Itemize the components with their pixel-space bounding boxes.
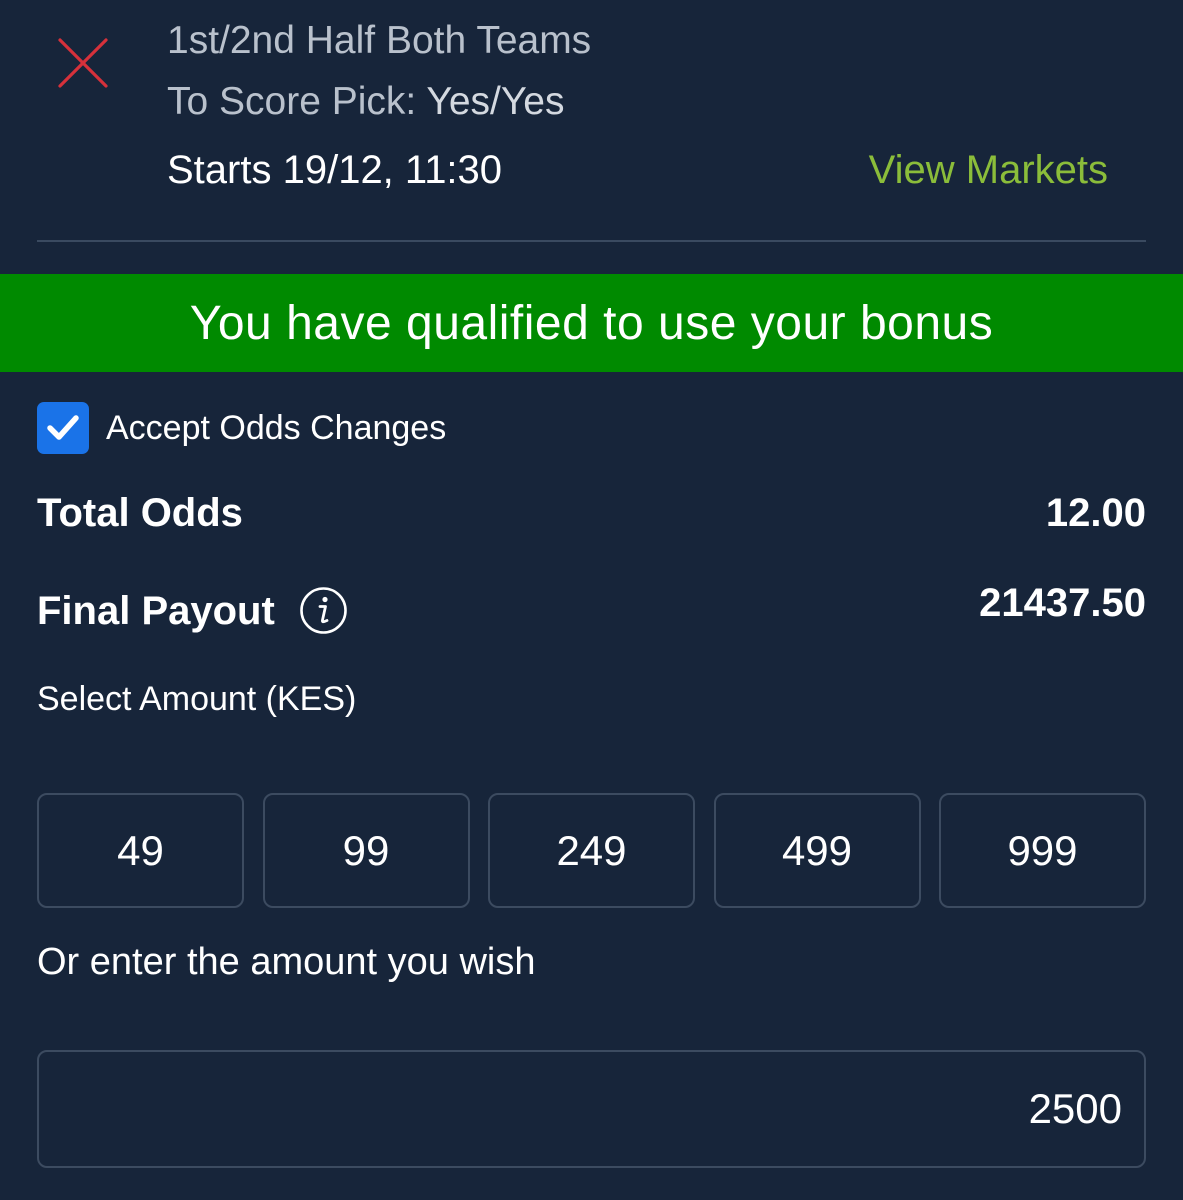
accept-odds-label: Accept Odds Changes [106,408,447,447]
amount-button-49[interactable]: 49 [37,793,244,908]
custom-amount-input[interactable] [37,1050,1146,1168]
accept-odds-changes[interactable]: Accept Odds Changes [37,402,446,454]
remove-selection-button[interactable] [54,34,112,92]
total-odds-value: 12.00 [1045,491,1146,535]
amount-button-249[interactable]: 249 [488,793,695,908]
select-amount-label: Select Amount (KES) [37,680,357,718]
bonus-banner-text: You have qualified to use your bonus [189,296,994,350]
market-line-1: 1st/2nd Half Both Teams [167,19,592,62]
accept-odds-checkbox[interactable] [37,402,89,454]
total-odds-label: Total Odds [37,491,243,535]
market-name: 1st/2nd Half Both Teams To Score Pick: Y… [167,10,927,132]
checkmark-icon [47,415,79,440]
amount-button-99[interactable]: 99 [262,793,470,908]
market-line-2: To Score Pick: Yes/Yes [167,71,927,132]
final-payout-label: Final Payout [37,589,275,633]
preset-amounts: 49 99 249 499 999 [37,793,1146,910]
custom-amount-label: Or enter the amount you wish [37,941,536,983]
pick-label: Pick: [331,80,417,123]
amount-button-499[interactable]: 499 [713,793,921,908]
divider [37,240,1146,242]
info-icon[interactable] [299,586,348,635]
bonus-banner: You have qualified to use your bonus [0,274,1183,372]
close-icon [58,38,108,88]
view-markets-link[interactable]: View Markets [869,144,1108,196]
market-line-2-prefix: To Score [167,80,321,123]
pick-value: Yes/Yes [426,80,565,123]
final-payout-value: 21437.50 [979,581,1146,625]
event-start-time: Starts 19/12, 11:30 [167,148,503,192]
amount-button-999[interactable]: 999 [939,793,1146,908]
